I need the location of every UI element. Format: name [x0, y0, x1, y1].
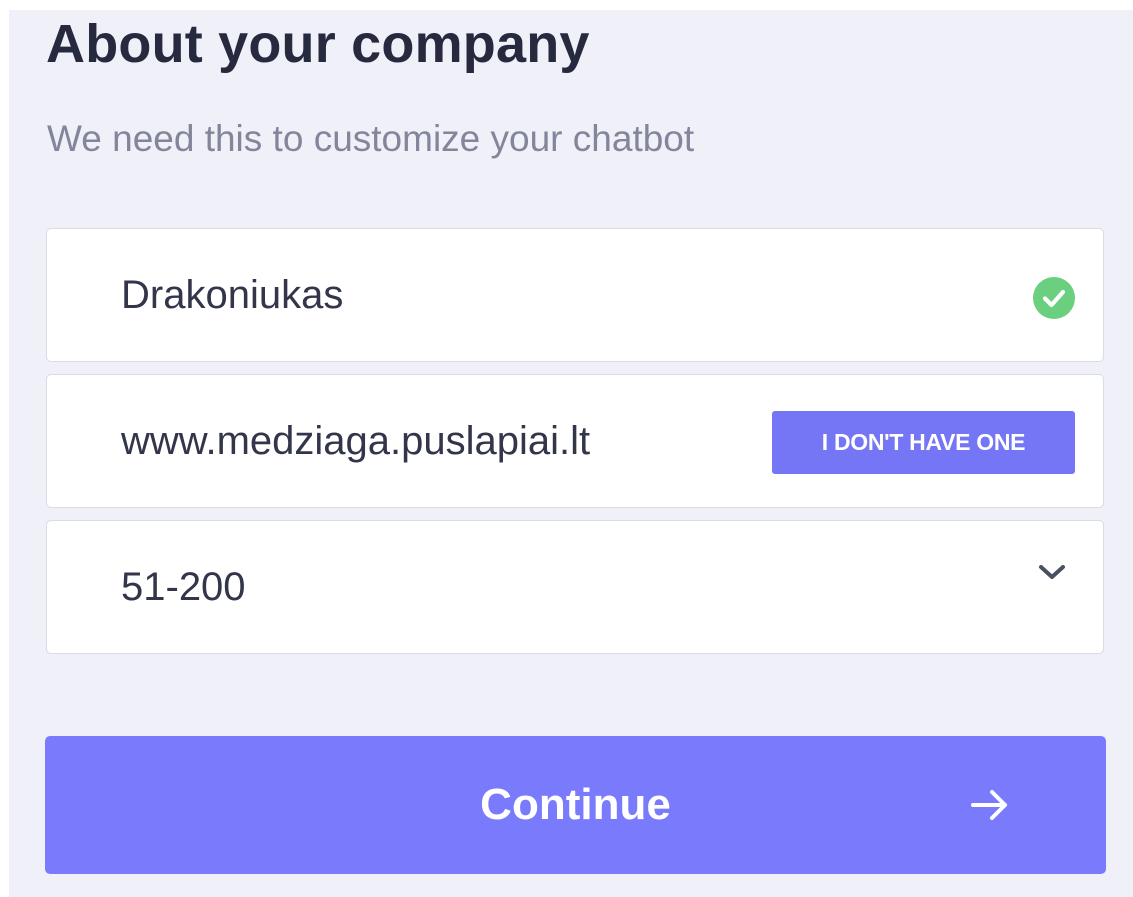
page-title: About your company: [46, 14, 590, 74]
website-field[interactable]: www.medziaga.puslapiai.lt I DON'T HAVE O…: [46, 374, 1104, 508]
continue-label: Continue: [480, 780, 671, 829]
no-website-button[interactable]: I DON'T HAVE ONE: [772, 411, 1075, 474]
arrow-right-icon: [970, 788, 1010, 822]
company-name-field[interactable]: Drakoniukas: [46, 228, 1104, 362]
continue-button[interactable]: Continue: [45, 736, 1106, 874]
chevron-down-icon[interactable]: [1037, 563, 1067, 583]
check-circle-icon: [1033, 277, 1075, 319]
company-size-value: 51-200: [121, 564, 246, 609]
website-value: www.medziaga.puslapiai.lt: [121, 418, 591, 463]
company-form-panel: About your company We need this to custo…: [9, 10, 1133, 897]
company-name-value: Drakoniukas: [121, 272, 344, 317]
company-size-select[interactable]: 51-200: [46, 520, 1104, 654]
page-subtitle: We need this to customize your chatbot: [47, 118, 695, 159]
